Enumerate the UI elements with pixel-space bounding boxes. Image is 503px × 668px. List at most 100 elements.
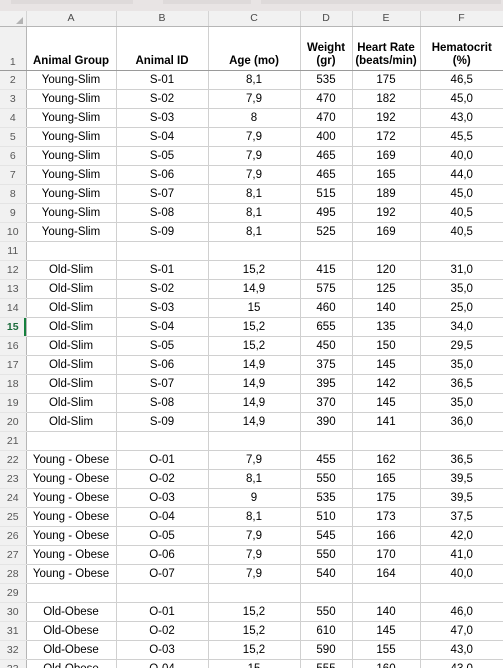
cell-A33[interactable]: Old-Obese — [26, 659, 117, 668]
row-header[interactable]: 23 — [0, 469, 27, 489]
cell-E4[interactable]: 192 — [352, 108, 421, 128]
cell-E15[interactable]: 135 — [352, 317, 421, 337]
row-header[interactable]: 5 — [0, 127, 27, 147]
cell-D23[interactable]: 550 — [300, 469, 353, 489]
cell-E16[interactable]: 150 — [352, 336, 421, 356]
cell-C21[interactable] — [208, 431, 301, 451]
column-header-b[interactable]: B — [116, 11, 209, 27]
row-header[interactable]: 15 — [0, 317, 27, 337]
cell-A29[interactable] — [26, 583, 117, 603]
cell-E30[interactable]: 140 — [352, 602, 421, 622]
cell-E9[interactable]: 192 — [352, 203, 421, 223]
cell-B4[interactable]: S-03 — [116, 108, 209, 128]
cell-D33[interactable]: 555 — [300, 659, 353, 668]
cell-F21[interactable] — [420, 431, 503, 451]
row-header[interactable]: 25 — [0, 507, 27, 527]
cell-C32[interactable]: 15,2 — [208, 640, 301, 660]
cell-B33[interactable]: O-04 — [116, 659, 209, 668]
cell-D28[interactable]: 540 — [300, 564, 353, 584]
cell-A15[interactable]: Old-Slim — [26, 317, 117, 337]
cell-F5[interactable]: 45,5 — [420, 127, 503, 147]
cell-A5[interactable]: Young-Slim — [26, 127, 117, 147]
cell-A25[interactable]: Young - Obese — [26, 507, 117, 527]
row-header[interactable]: 32 — [0, 640, 27, 660]
row-header[interactable]: 22 — [0, 450, 27, 470]
cell-E22[interactable]: 162 — [352, 450, 421, 470]
cell-E33[interactable]: 160 — [352, 659, 421, 668]
cell-E25[interactable]: 173 — [352, 507, 421, 527]
cell-A7[interactable]: Young-Slim — [26, 165, 117, 185]
cell-F8[interactable]: 45,0 — [420, 184, 503, 204]
cell-B27[interactable]: O-06 — [116, 545, 209, 565]
cell-F14[interactable]: 25,0 — [420, 298, 503, 318]
cell-B28[interactable]: O-07 — [116, 564, 209, 584]
cell-B14[interactable]: S-03 — [116, 298, 209, 318]
cell-D7[interactable]: 465 — [300, 165, 353, 185]
cell-B17[interactable]: S-06 — [116, 355, 209, 375]
cell-A31[interactable]: Old-Obese — [26, 621, 117, 641]
cell-D12[interactable]: 415 — [300, 260, 353, 280]
cell-E24[interactable]: 175 — [352, 488, 421, 508]
row-header[interactable]: 27 — [0, 545, 27, 565]
cell-C28[interactable]: 7,9 — [208, 564, 301, 584]
cell-B32[interactable]: O-03 — [116, 640, 209, 660]
cell-C31[interactable]: 15,2 — [208, 621, 301, 641]
cell-C18[interactable]: 14,9 — [208, 374, 301, 394]
cell-F7[interactable]: 44,0 — [420, 165, 503, 185]
cell-D8[interactable]: 515 — [300, 184, 353, 204]
cell-B7[interactable]: S-06 — [116, 165, 209, 185]
cell-B21[interactable] — [116, 431, 209, 451]
row-header[interactable]: 24 — [0, 488, 27, 508]
cell-F24[interactable]: 39,5 — [420, 488, 503, 508]
cell-A9[interactable]: Young-Slim — [26, 203, 117, 223]
cell-F18[interactable]: 36,5 — [420, 374, 503, 394]
cell-D21[interactable] — [300, 431, 353, 451]
cell-A1[interactable]: Animal Group — [26, 26, 117, 71]
cell-C27[interactable]: 7,9 — [208, 545, 301, 565]
cell-A12[interactable]: Old-Slim — [26, 260, 117, 280]
cell-E14[interactable]: 140 — [352, 298, 421, 318]
cell-B2[interactable]: S-01 — [116, 70, 209, 90]
cell-A11[interactable] — [26, 241, 117, 261]
cell-E3[interactable]: 182 — [352, 89, 421, 109]
cell-D24[interactable]: 535 — [300, 488, 353, 508]
cell-A17[interactable]: Old-Slim — [26, 355, 117, 375]
cell-C9[interactable]: 8,1 — [208, 203, 301, 223]
cell-F22[interactable]: 36,5 — [420, 450, 503, 470]
cell-C11[interactable] — [208, 241, 301, 261]
cell-A22[interactable]: Young - Obese — [26, 450, 117, 470]
cell-D4[interactable]: 470 — [300, 108, 353, 128]
row-header[interactable]: 2 — [0, 70, 27, 90]
row-header[interactable]: 3 — [0, 89, 27, 109]
cell-F28[interactable]: 40,0 — [420, 564, 503, 584]
cell-C12[interactable]: 15,2 — [208, 260, 301, 280]
cell-B11[interactable] — [116, 241, 209, 261]
cell-D20[interactable]: 390 — [300, 412, 353, 432]
cell-D30[interactable]: 550 — [300, 602, 353, 622]
cell-B10[interactable]: S-09 — [116, 222, 209, 242]
cell-B24[interactable]: O-03 — [116, 488, 209, 508]
cell-B3[interactable]: S-02 — [116, 89, 209, 109]
cell-B12[interactable]: S-01 — [116, 260, 209, 280]
cell-C29[interactable] — [208, 583, 301, 603]
row-header[interactable]: 31 — [0, 621, 27, 641]
cell-C8[interactable]: 8,1 — [208, 184, 301, 204]
cell-D17[interactable]: 375 — [300, 355, 353, 375]
row-header[interactable]: 17 — [0, 355, 27, 375]
cell-C19[interactable]: 14,9 — [208, 393, 301, 413]
cell-C15[interactable]: 15,2 — [208, 317, 301, 337]
cell-E26[interactable]: 166 — [352, 526, 421, 546]
cell-E11[interactable] — [352, 241, 421, 261]
cell-C4[interactable]: 8 — [208, 108, 301, 128]
cell-F19[interactable]: 35,0 — [420, 393, 503, 413]
cell-A23[interactable]: Young - Obese — [26, 469, 117, 489]
cell-A2[interactable]: Young-Slim — [26, 70, 117, 90]
cell-D6[interactable]: 465 — [300, 146, 353, 166]
cell-F31[interactable]: 47,0 — [420, 621, 503, 641]
cell-B31[interactable]: O-02 — [116, 621, 209, 641]
cell-E21[interactable] — [352, 431, 421, 451]
cell-A4[interactable]: Young-Slim — [26, 108, 117, 128]
cell-E12[interactable]: 120 — [352, 260, 421, 280]
cell-C23[interactable]: 8,1 — [208, 469, 301, 489]
cell-E6[interactable]: 169 — [352, 146, 421, 166]
